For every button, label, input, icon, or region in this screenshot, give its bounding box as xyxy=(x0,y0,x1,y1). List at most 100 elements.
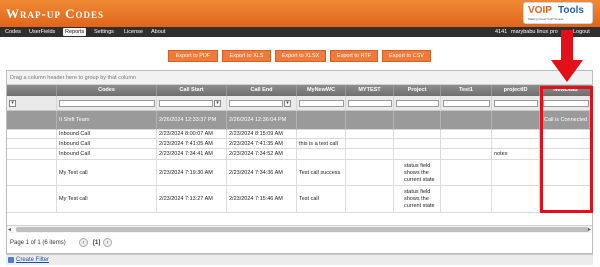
cell-projectid xyxy=(492,139,540,149)
cell-mynewwc: Test call xyxy=(297,186,346,213)
nav-reports[interactable]: Reports xyxy=(63,28,87,36)
table-row[interactable]: Inbound Call 2/23/2024 7:34:41 AM 2/23/2… xyxy=(7,149,592,160)
cell-mynewwc: Test call success xyxy=(297,160,346,186)
filter-cell-project xyxy=(394,96,441,111)
cell-codes: Inbound Call xyxy=(57,149,157,160)
column-header-project[interactable]: Project xyxy=(394,85,441,96)
row-indicator-cell xyxy=(7,149,57,160)
pager-summary: Page 1 of 1 (6 items) xyxy=(10,240,66,246)
cell-codes: II Shift Team xyxy=(57,111,157,130)
filter-input-call-start[interactable] xyxy=(159,100,213,107)
column-header-mytest[interactable]: MYTEST xyxy=(346,85,394,96)
nav-license[interactable]: License xyxy=(122,28,145,36)
scroll-right-icon[interactable]: ▸ xyxy=(588,226,591,233)
calendar-dropdown-icon[interactable]: ▾ xyxy=(284,100,291,107)
nav-settings[interactable]: Settings xyxy=(92,28,116,36)
filter-icon[interactable]: ▾ xyxy=(9,100,16,107)
logo-tools-text: Tools xyxy=(558,5,584,16)
cell-test1 xyxy=(441,149,492,160)
cell-call-end: 2/23/2024 8:15:09 AM xyxy=(227,130,297,139)
cell-test1 xyxy=(441,111,492,130)
logo-tagline: Making Cloud VoIP Simple xyxy=(528,17,564,21)
cell-mytest xyxy=(346,130,394,139)
pager-prev-button[interactable]: ‹ xyxy=(79,238,88,247)
calendar-dropdown-icon[interactable]: ▾ xyxy=(214,100,221,107)
row-indicator-cell xyxy=(7,130,57,139)
create-filter-link[interactable]: Create Filter xyxy=(16,257,49,263)
table-row[interactable]: My Test call 2/23/2024 7:19:30 AM 2/23/2… xyxy=(7,160,592,186)
filter-cell-call-start: ▾ xyxy=(157,96,227,111)
cell-call-end: 2/23/2024 7:15:46 AM xyxy=(227,186,297,213)
cell-codes: My Test call xyxy=(57,160,157,186)
filter-input-codes[interactable] xyxy=(59,100,155,107)
cell-mytest xyxy=(346,111,394,130)
cell-projectid xyxy=(492,130,540,139)
cell-mytest xyxy=(346,160,394,186)
cell-call-start: 2/26/2024 12:33:37 PM xyxy=(157,111,227,130)
export-rtf-button[interactable]: Export to RTF xyxy=(330,50,378,62)
arrow-shaft xyxy=(561,30,573,62)
column-header-call-end[interactable]: Call End xyxy=(227,85,297,96)
cell-call-end: 2/23/2024 7:34:36 AM xyxy=(227,160,297,186)
horizontal-scrollbar[interactable]: ◂ ▸ xyxy=(7,225,592,233)
cell-codes: Inbound Call xyxy=(57,139,157,149)
grid-header-row: Codes Call Start Call End MyNewWC MYTEST… xyxy=(7,85,592,96)
cell-projectid xyxy=(492,186,540,213)
app-header: Wrap-up Codes VOIP Tools Making Cloud Vo… xyxy=(0,0,600,27)
cell-mynewwc xyxy=(297,111,346,130)
table-row[interactable]: II Shift Team 2/26/2024 12:33:37 PM 2/26… xyxy=(7,111,592,130)
filter-builder-icon[interactable] xyxy=(8,257,14,263)
export-pdf-button[interactable]: Export to PDF xyxy=(168,50,218,62)
nav-userfields[interactable]: UserFields xyxy=(27,28,57,36)
row-indicator-cell xyxy=(7,139,57,149)
export-xls-button[interactable]: Export to XLS xyxy=(222,50,271,62)
column-header-test1[interactable]: Test1 xyxy=(441,85,492,96)
cell-call-start: 2/23/2024 7:19:30 AM xyxy=(157,160,227,186)
column-header-codes[interactable]: Codes xyxy=(57,85,157,96)
pager-current-page[interactable]: [1] xyxy=(93,240,100,246)
scroll-left-icon[interactable]: ◂ xyxy=(8,226,11,233)
cell-call-start: 2/23/2024 7:34:41 AM xyxy=(157,149,227,160)
filter-cell-blank: ▾ xyxy=(7,96,57,111)
cell-mynewwc xyxy=(297,130,346,139)
nav-about[interactable]: About xyxy=(149,28,167,36)
table-row[interactable]: Inbound Call 2/23/2024 7:41:05 AM 2/23/2… xyxy=(7,139,592,149)
cell-project: status field shows the current state xyxy=(394,160,441,186)
cell-call-end: 2/23/2024 7:34:52 AM xyxy=(227,149,297,160)
pager: Page 1 of 1 (6 items) ‹ [1] › xyxy=(7,236,592,250)
row-indicator-cell xyxy=(7,186,57,213)
column-header-call-start[interactable]: Call Start xyxy=(157,85,227,96)
filter-cell-projectid xyxy=(492,96,540,111)
table-row[interactable]: Inbound Call 2/23/2024 8:00:07 AM 2/23/2… xyxy=(7,130,592,139)
pager-next-button[interactable]: › xyxy=(103,238,112,247)
cell-project xyxy=(394,139,441,149)
row-indicator-cell xyxy=(7,160,57,186)
column-header-projectid[interactable]: projectID xyxy=(492,85,540,96)
cell-codes: My Test call xyxy=(57,186,157,213)
nav-codes[interactable]: Codes xyxy=(3,28,23,36)
logo-voip-text: VOIP xyxy=(528,5,552,16)
cell-mytest xyxy=(346,186,394,213)
filter-input-project[interactable] xyxy=(396,100,439,107)
filter-input-projectid[interactable] xyxy=(494,100,538,107)
export-csv-button[interactable]: Export to CSV xyxy=(382,50,431,62)
table-row[interactable]: My Test call 2/23/2024 7:13:27 AM 2/23/2… xyxy=(7,186,592,213)
filter-cell-codes xyxy=(57,96,157,111)
filter-input-test1[interactable] xyxy=(443,100,490,107)
filter-input-mynewwc[interactable] xyxy=(299,100,344,107)
cell-projectid xyxy=(492,111,540,130)
export-xlsx-button[interactable]: Export to XLSX xyxy=(275,50,326,62)
cell-project xyxy=(394,111,441,130)
cell-test1 xyxy=(441,130,492,139)
cell-mynewwc: this is a text call xyxy=(297,139,346,149)
filter-cell-call-end: ▾ xyxy=(227,96,297,111)
group-by-panel[interactable]: Drag a column header here to group by th… xyxy=(7,71,592,85)
filter-input-call-end[interactable] xyxy=(229,100,283,107)
cell-project xyxy=(394,130,441,139)
cell-mytest xyxy=(346,149,394,160)
cell-call-start: 2/23/2024 7:13:27 AM xyxy=(157,186,227,213)
row-indicator-cell xyxy=(7,111,57,130)
column-header-mynewwc[interactable]: MyNewWC xyxy=(297,85,346,96)
scroll-thumb[interactable] xyxy=(16,227,589,232)
filter-input-mytest[interactable] xyxy=(348,100,392,107)
